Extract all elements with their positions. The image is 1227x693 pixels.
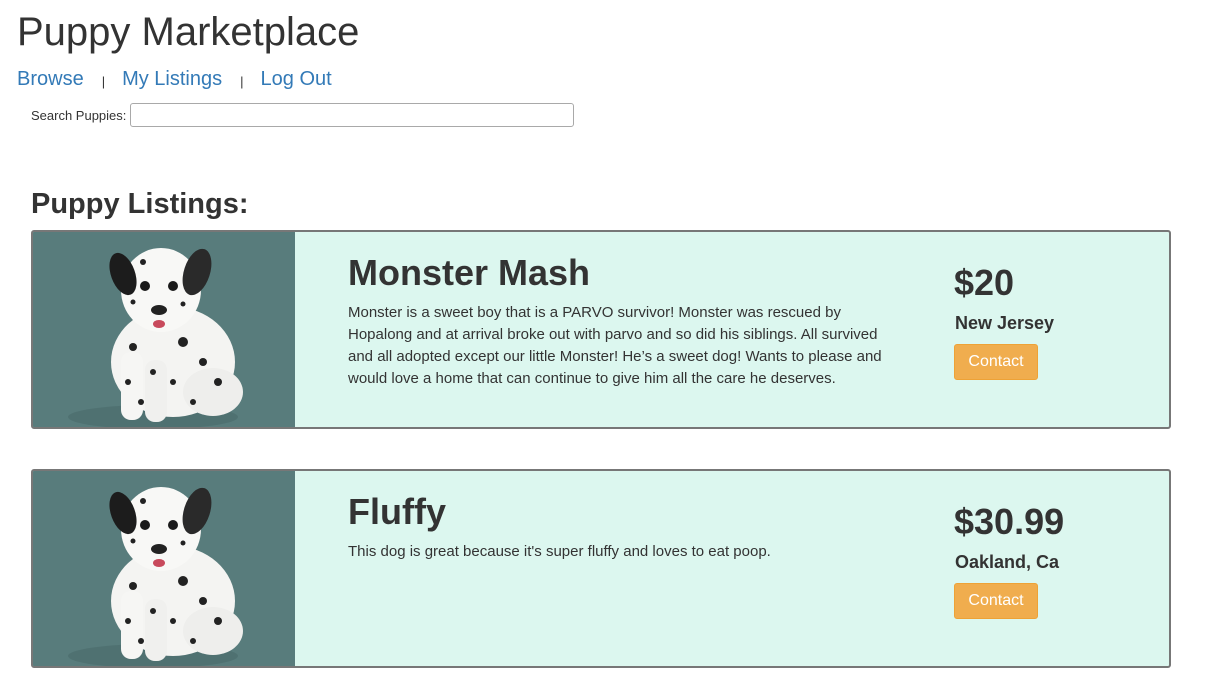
listing-description: This dog is great because it's super flu… [348, 543, 771, 560]
listing-price: $30.99 [954, 501, 1065, 542]
contact-button[interactable]: Contact [954, 583, 1038, 619]
search-bar: Search Puppies: [31, 103, 575, 127]
listing-card: Fluffy This dog is great because it's su… [31, 469, 1171, 668]
listing-title: Monster Mash [348, 252, 591, 293]
site-title: Puppy Marketplace [17, 10, 360, 54]
dalmatian-puppy-photo [33, 471, 295, 666]
main-nav: Browse | My Listings | Log Out [17, 66, 332, 92]
search-label: Search Puppies: [31, 107, 127, 123]
nav-separator: | [240, 73, 244, 89]
listings-heading: Puppy Listings: [31, 188, 249, 220]
listing-location: Oakland, Ca [955, 552, 1060, 572]
listing-location: New Jersey [955, 313, 1055, 333]
listing-description: Monster is a sweet boy that is a PARVO s… [348, 304, 882, 387]
listing-price: $20 [954, 262, 1015, 303]
listing-title: Fluffy [348, 491, 446, 532]
search-input[interactable] [130, 103, 575, 127]
listing-card: Monster Mash Monster is a sweet boy that… [31, 230, 1171, 429]
contact-button[interactable]: Contact [954, 344, 1038, 380]
nav-link-browse[interactable]: Browse [17, 68, 84, 91]
nav-link-log-out[interactable]: Log Out [261, 68, 332, 91]
nav-link-my-listings[interactable]: My Listings [122, 68, 222, 91]
dalmatian-puppy-photo [33, 232, 295, 427]
nav-separator: | [101, 73, 106, 89]
